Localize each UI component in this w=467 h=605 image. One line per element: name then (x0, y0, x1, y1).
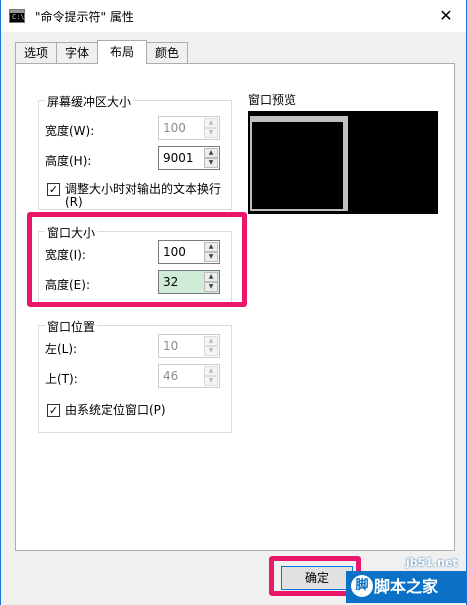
wrap-text-checkbox[interactable]: ✓ (47, 183, 60, 196)
system-position-checkbox[interactable]: ✓ (47, 404, 60, 417)
layout-panel: 屏幕缓冲区大小 宽度(W): 100 ▲ ▼ 高度(H): 9001 ▲ ▼ ✓… (15, 63, 455, 551)
window-height-stepper[interactable]: 32 ▲ ▼ (158, 270, 220, 294)
tab-layout[interactable]: 布局 (97, 40, 148, 64)
window-size-title: 窗口大小 (45, 224, 98, 241)
buffer-size-title: 屏幕缓冲区大小 (45, 93, 134, 110)
position-top-value: 46 (163, 369, 179, 383)
buffer-height-down-icon[interactable]: ▼ (204, 158, 218, 168)
buffer-height-value: 9001 (163, 151, 194, 165)
buffer-height-label: 高度(H): (45, 154, 92, 168)
position-top-stepper[interactable]: 46 ▲ ▼ (158, 364, 220, 388)
tab-font[interactable]: 字体 (56, 42, 99, 63)
window-position-group: 窗口位置 左(L): 10 ▲ ▼ 上(T): 46 ▲ ▼ ✓ 由系统定位窗口… (38, 318, 232, 433)
buffer-size-group: 屏幕缓冲区大小 宽度(W): 100 ▲ ▼ 高度(H): 9001 ▲ ▼ ✓… (38, 93, 232, 210)
wrap-text-label: 调整大小时对输出的文本换行 (65, 182, 222, 196)
buffer-width-value: 100 (163, 121, 186, 135)
preview-title: 窗口预览 (248, 93, 297, 107)
window-height-value: 32 (163, 275, 179, 289)
tab-options[interactable]: 选项 (15, 42, 58, 63)
window-width-stepper[interactable]: 100 ▲ ▼ (158, 240, 220, 264)
window-position-title: 窗口位置 (45, 318, 98, 335)
watermark-logo-icon: 脚 (351, 575, 373, 597)
buffer-width-up-icon[interactable]: ▲ (204, 118, 218, 128)
position-top-up-icon[interactable]: ▲ (204, 366, 218, 376)
preview-window-frame (250, 116, 348, 211)
tab-colors[interactable]: 颜色 (146, 42, 189, 63)
properties-window: C:\ "命令提示符" 属性 ✕ 选项 字体 布局 颜色 屏幕缓冲区大小 宽度(… (0, 0, 467, 605)
position-left-label: 左(L): (45, 342, 78, 356)
window-width-label: 宽度(I): (45, 248, 86, 262)
preview-scrollbar (343, 122, 346, 209)
system-position-label: 由系统定位窗口(P) (65, 403, 166, 417)
window-height-label: 高度(E): (45, 278, 90, 292)
window-title: "命令提示符" 属性 (35, 10, 134, 24)
window-size-group: 窗口大小 宽度(I): 100 ▲ ▼ 高度(E): 32 ▲ ▼ (38, 224, 232, 305)
buffer-width-down-icon[interactable]: ▼ (204, 128, 218, 138)
buffer-height-up-icon[interactable]: ▲ (204, 148, 218, 158)
position-left-down-icon[interactable]: ▼ (204, 346, 218, 356)
position-left-stepper[interactable]: 10 ▲ ▼ (158, 334, 220, 358)
buffer-width-label: 宽度(W): (45, 124, 95, 138)
position-left-up-icon[interactable]: ▲ (204, 336, 218, 346)
buffer-width-stepper[interactable]: 100 ▲ ▼ (158, 116, 220, 140)
close-icon: ✕ (439, 6, 453, 25)
position-left-value: 10 (163, 339, 179, 353)
window-width-down-icon[interactable]: ▼ (204, 252, 218, 262)
window-width-up-icon[interactable]: ▲ (204, 242, 218, 252)
position-top-down-icon[interactable]: ▼ (204, 376, 218, 386)
wrap-text-label-accesskey: (R) (65, 195, 83, 209)
window-height-down-icon[interactable]: ▼ (204, 282, 218, 292)
window-height-up-icon[interactable]: ▲ (204, 272, 218, 282)
close-button[interactable]: ✕ (436, 6, 456, 26)
window-width-value: 100 (163, 245, 186, 259)
cmd-icon: C:\ (9, 9, 25, 23)
window-preview (248, 111, 438, 214)
buffer-height-stepper[interactable]: 9001 ▲ ▼ (158, 146, 220, 170)
watermark-url: jb51.net (406, 556, 458, 569)
title-bar[interactable]: C:\ "命令提示符" 属性 ✕ (1, 0, 466, 32)
position-top-label: 上(T): (45, 372, 78, 386)
ok-button[interactable]: 确定 (281, 566, 353, 590)
tab-strip: 选项 字体 布局 颜色 (15, 40, 189, 64)
